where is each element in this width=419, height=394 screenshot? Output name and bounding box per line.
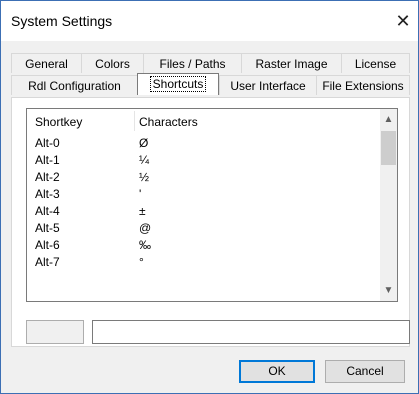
tab-file-extensions[interactable]: File Extensions <box>316 75 410 95</box>
list-item[interactable]: Alt-3 ' <box>27 186 381 203</box>
shortcut-list[interactable]: Shortkey Characters Alt-0 Ø Alt-1 ¼ Alt-… <box>26 108 398 302</box>
tab-user-interface[interactable]: User Interface <box>219 75 316 95</box>
tab-shortcuts-label: Shortcuts <box>149 76 207 92</box>
tab-shortcuts[interactable]: Shortcuts <box>137 73 219 95</box>
window-title: System Settings <box>11 13 113 29</box>
tab-license[interactable]: License <box>341 53 410 73</box>
scroll-thumb[interactable] <box>381 131 396 165</box>
tab-row-2: Rdl Configuration Shortcuts User Interfa… <box>11 73 410 95</box>
shortkey-field[interactable] <box>26 320 84 344</box>
list-item-char: ° <box>139 255 144 269</box>
list-item-key: Alt-5 <box>35 221 60 235</box>
list-item-char: ‰ <box>139 238 151 252</box>
ok-button[interactable]: OK <box>239 360 315 383</box>
tab-colors[interactable]: Colors <box>81 53 143 73</box>
settings-dialog: System Settings ✕ General Colors Files /… <box>0 0 419 394</box>
tab-raster-image[interactable]: Raster Image <box>241 53 341 73</box>
list-item-char: ± <box>139 204 146 218</box>
list-item-char: @ <box>139 221 152 235</box>
list-header: Shortkey Characters <box>27 109 381 133</box>
list-item[interactable]: Alt-1 ¼ <box>27 152 381 169</box>
list-item-char: ½ <box>139 170 150 184</box>
list-item-key: Alt-4 <box>35 204 60 218</box>
list-item-key: Alt-6 <box>35 238 60 252</box>
list-item-key: Alt-7 <box>35 255 60 269</box>
cancel-button[interactable]: Cancel <box>325 360 405 383</box>
column-divider[interactable] <box>134 111 135 131</box>
column-header-shortkey[interactable]: Shortkey <box>35 115 82 129</box>
tab-general[interactable]: General <box>11 53 81 73</box>
close-icon[interactable]: ✕ <box>388 7 418 35</box>
list-item-key: Alt-1 <box>35 153 60 167</box>
list-item-char: ' <box>139 187 142 201</box>
list-item[interactable]: Alt-0 Ø <box>27 135 381 152</box>
list-item[interactable]: Alt-2 ½ <box>27 169 381 186</box>
title-bar: System Settings ✕ <box>1 1 418 41</box>
tab-rdl-configuration[interactable]: Rdl Configuration <box>11 75 137 95</box>
list-item[interactable]: Alt-4 ± <box>27 203 381 220</box>
tab-files-paths[interactable]: Files / Paths <box>143 53 241 73</box>
list-item[interactable]: Alt-6 ‰ <box>27 237 381 254</box>
vertical-scrollbar[interactable]: ▲ ▼ <box>380 109 397 301</box>
column-header-characters[interactable]: Characters <box>139 115 198 129</box>
list-item-key: Alt-3 <box>35 187 60 201</box>
list-item-key: Alt-2 <box>35 170 60 184</box>
list-item[interactable]: Alt-7 ° <box>27 254 381 271</box>
characters-field[interactable] <box>92 320 410 344</box>
scroll-up-icon[interactable]: ▲ <box>380 111 397 128</box>
scroll-down-icon[interactable]: ▼ <box>380 282 397 299</box>
list-item-char: Ø <box>139 136 149 150</box>
list-item-key: Alt-0 <box>35 136 60 150</box>
list-item-char: ¼ <box>139 153 150 167</box>
list-item[interactable]: Alt-5 @ <box>27 220 381 237</box>
shortcuts-panel: Shortkey Characters Alt-0 Ø Alt-1 ¼ Alt-… <box>11 97 410 347</box>
tab-row-1: General Colors Files / Paths Raster Imag… <box>11 53 410 73</box>
